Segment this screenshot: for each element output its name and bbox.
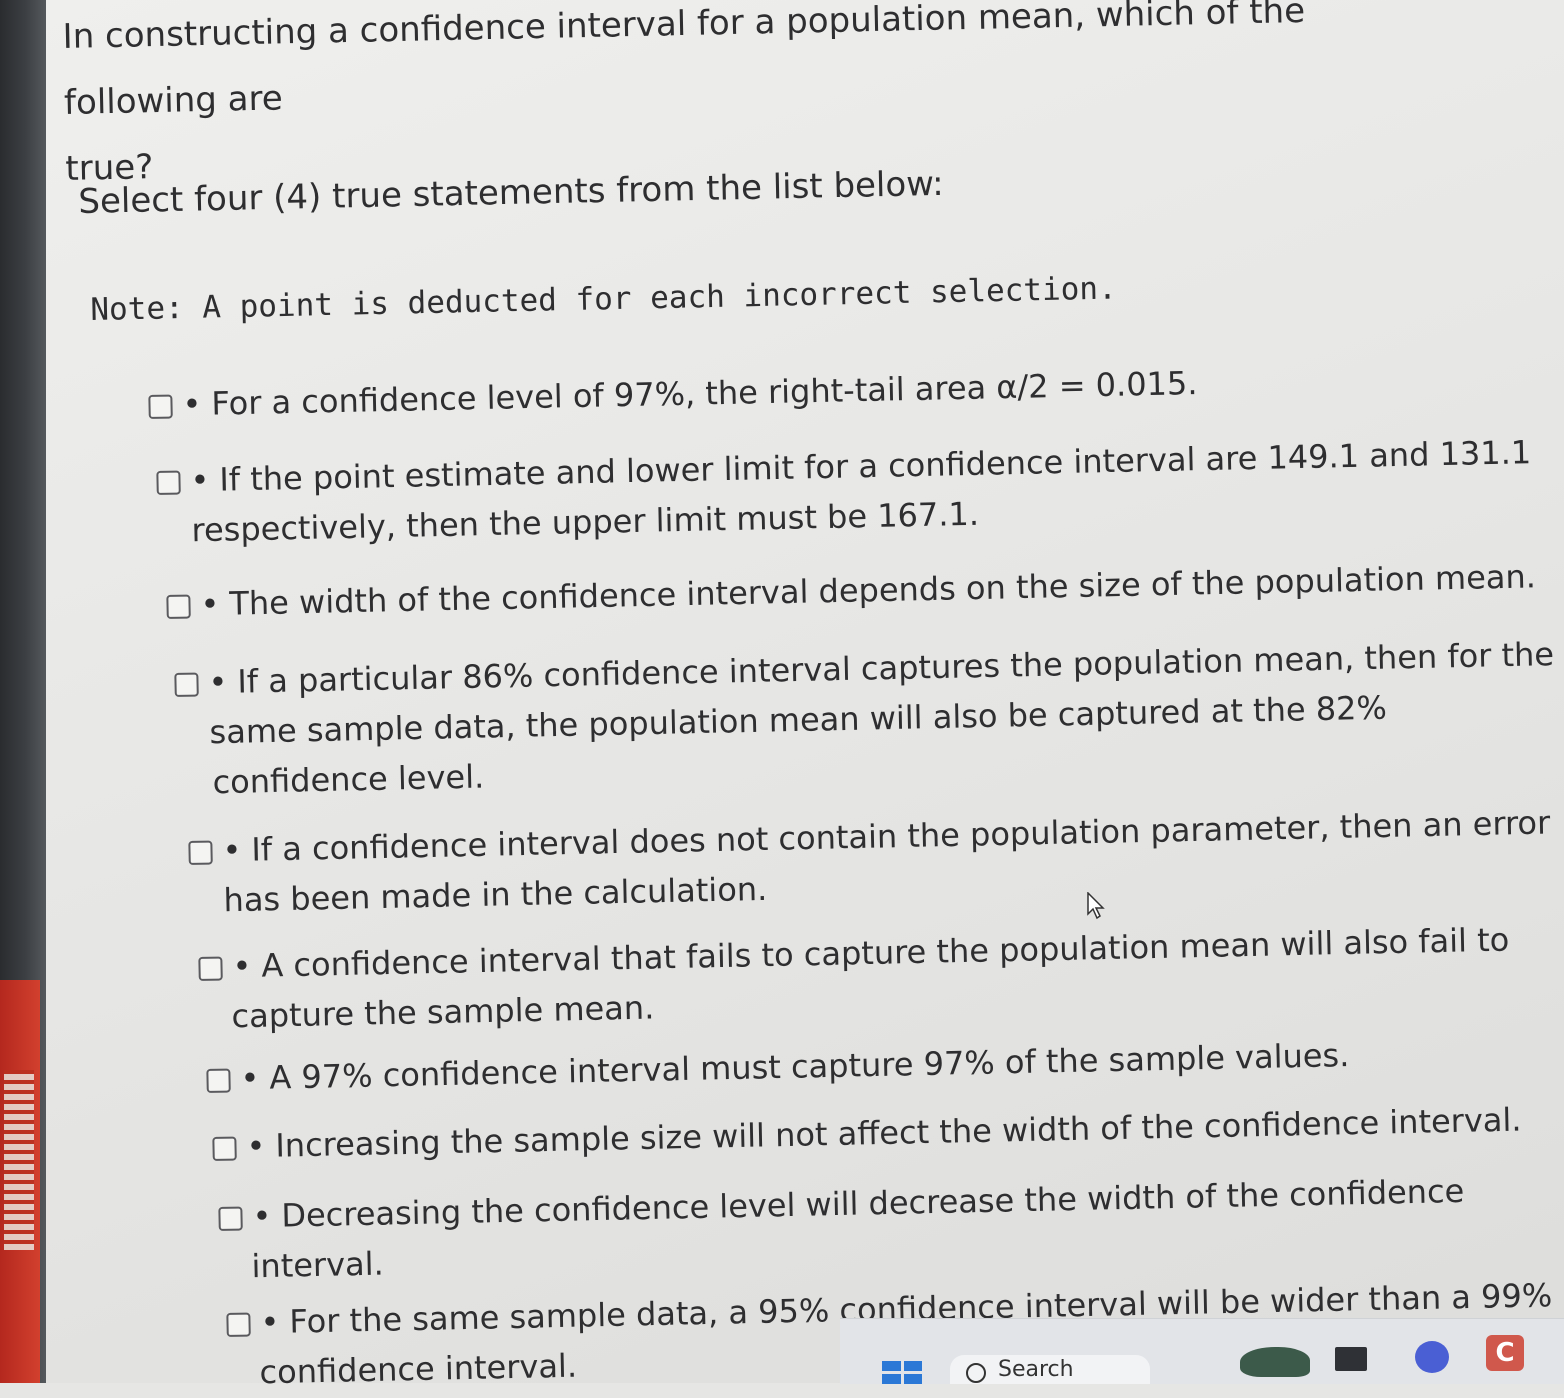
app-c-icon[interactable]: C xyxy=(1486,1335,1524,1371)
taskbar-search[interactable]: Search xyxy=(950,1355,1150,1384)
windows-start-icon[interactable] xyxy=(882,1361,922,1384)
option-5-checkbox[interactable] xyxy=(188,840,213,865)
taskbar: Search C xyxy=(840,1318,1564,1384)
option-7-checkbox[interactable] xyxy=(206,1068,231,1093)
option-10-checkbox[interactable] xyxy=(226,1312,251,1337)
bullet-icon: • xyxy=(252,1196,272,1236)
search-label: Search xyxy=(998,1357,1074,1382)
bullet-icon: • xyxy=(182,384,202,424)
bullet-icon: • xyxy=(208,662,228,702)
desk-label xyxy=(4,1070,34,1250)
option-4[interactable]: • If a particular 86% confidence interval… xyxy=(174,629,1557,808)
bullet-icon: • xyxy=(260,1302,280,1342)
bullet-icon: • xyxy=(190,460,210,500)
bullet-icon: • xyxy=(200,584,220,624)
file-explorer-icon[interactable] xyxy=(1335,1347,1367,1371)
option-4-checkbox[interactable] xyxy=(174,672,199,697)
bullet-icon: • xyxy=(240,1058,260,1098)
bullet-icon: • xyxy=(246,1126,266,1166)
bullet-icon: • xyxy=(232,946,252,986)
option-3-checkbox[interactable] xyxy=(166,594,191,619)
option-9-checkbox[interactable] xyxy=(218,1206,243,1231)
option-1-checkbox[interactable] xyxy=(148,394,173,419)
meet-icon[interactable] xyxy=(1415,1341,1449,1373)
mouse-cursor-icon xyxy=(1087,892,1105,920)
weather-icon[interactable] xyxy=(1240,1347,1310,1377)
bullet-icon: • xyxy=(222,830,242,870)
option-8-checkbox[interactable] xyxy=(212,1136,237,1161)
option-2-checkbox[interactable] xyxy=(156,470,181,495)
option-6-checkbox[interactable] xyxy=(198,956,223,981)
search-icon xyxy=(966,1363,986,1383)
